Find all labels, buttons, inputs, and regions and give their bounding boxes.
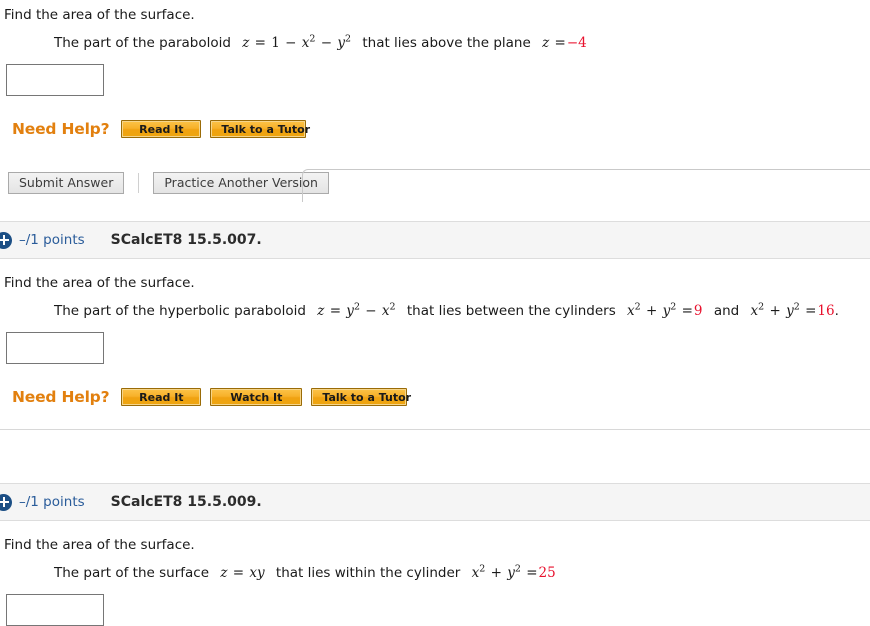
problem-prompt: Find the area of the surface. <box>4 275 195 291</box>
math-xy: xy <box>249 565 265 581</box>
math-y-exponent: 2 <box>353 301 360 313</box>
problem-statement: The part of the surface z = xy that lies… <box>0 554 870 584</box>
need-help-row: Need Help? Read It Talk to a Tutor <box>0 120 870 138</box>
math-cyl1-equals: = <box>681 303 693 319</box>
math-one: 1 <box>271 35 280 51</box>
points-text: –/1 points <box>19 232 85 248</box>
need-help-label: Need Help? <box>12 388 110 406</box>
math-cyl2-y-exponent: 2 <box>793 301 800 313</box>
statement-lead: The part of the surface <box>54 565 210 581</box>
math-y: y <box>337 35 345 51</box>
math-cyl1-plus: + <box>646 303 658 319</box>
problem-prompt: Find the area of the surface. <box>4 537 195 553</box>
read-it-button[interactable]: Read It <box>121 388 202 406</box>
statement-tail: . <box>834 303 839 319</box>
statement-mid: that lies between the cylinders <box>406 303 616 319</box>
math-y: y <box>346 303 354 319</box>
statement-conj: and <box>713 303 740 319</box>
math-plane-value: −4 <box>566 35 587 51</box>
problem-block-3: –/1 points SCalcET8 15.5.009. Find the a… <box>0 483 870 626</box>
math-cyl-x-exponent: 2 <box>479 563 486 575</box>
math-cyl2-y: y <box>786 303 794 319</box>
talk-to-a-tutor-button[interactable]: Talk to a Tutor <box>210 120 310 138</box>
math-cyl-y-exponent: 2 <box>514 563 521 575</box>
math-cyl-equals: = <box>526 565 538 581</box>
math-equals: = <box>329 303 341 319</box>
statement-lead: The part of the hyperbolic paraboloid <box>54 303 306 319</box>
math-cyl1-x-exponent: 2 <box>634 301 641 313</box>
statement-lead: The part of the paraboloid <box>54 35 231 51</box>
math-minus: − <box>365 303 377 319</box>
math-cyl1-x: x <box>627 303 635 319</box>
math-plane-equals: = <box>554 35 566 51</box>
answer-input[interactable] <box>6 594 104 626</box>
points-text: –/1 points <box>19 494 85 510</box>
math-cyl-y: y <box>507 565 515 581</box>
problem-prompt: Find the area of the surface. <box>4 7 195 23</box>
math-equals: = <box>232 565 245 581</box>
statement-mid: that lies above the plane <box>362 35 531 51</box>
button-separator <box>138 173 140 193</box>
plus-circle-icon[interactable] <box>0 231 12 249</box>
read-it-button[interactable]: Read It <box>121 120 202 138</box>
problem-id: SCalcET8 15.5.007. <box>110 232 262 248</box>
math-plane-z: z <box>542 35 550 51</box>
tab-panel-edge <box>302 169 870 202</box>
math-cyl1-value: 9 <box>693 303 703 319</box>
problem-statement: The part of the paraboloid z = 1 − x2 − … <box>0 24 870 54</box>
statement-mid: that lies within the cylinder <box>275 565 461 581</box>
submit-row: Submit Answer Practice Another Version <box>0 166 870 202</box>
math-equals: = <box>254 35 266 51</box>
submit-answer-button[interactable]: Submit Answer <box>8 172 125 194</box>
math-z: z <box>317 303 325 319</box>
math-z: z <box>220 565 228 581</box>
problem-id: SCalcET8 15.5.009. <box>110 494 262 510</box>
problem-statement: The part of the hyperbolic paraboloid z … <box>0 292 870 322</box>
problem-header-3: –/1 points SCalcET8 15.5.009. <box>0 483 870 521</box>
need-help-label: Need Help? <box>12 120 110 138</box>
math-cyl1-y-exponent: 2 <box>670 301 677 313</box>
math-minus-2: − <box>320 35 333 51</box>
math-cyl2-x: x <box>750 303 759 319</box>
plus-circle-icon[interactable] <box>0 493 12 511</box>
math-x-exponent: 2 <box>309 33 316 45</box>
answer-input[interactable] <box>6 332 104 364</box>
math-minus-1: − <box>285 35 297 51</box>
math-cyl2-plus: + <box>769 303 781 319</box>
math-x: x <box>381 303 390 319</box>
math-y-exponent: 2 <box>345 33 352 45</box>
answer-input[interactable] <box>6 64 104 96</box>
math-z: z <box>242 35 250 51</box>
problem-header-2: –/1 points SCalcET8 15.5.007. <box>0 221 870 259</box>
math-cyl-plus: + <box>490 565 502 581</box>
math-cyl2-x-exponent: 2 <box>758 301 765 313</box>
math-cyl2-value: 16 <box>817 303 835 319</box>
math-cyl2-equals: = <box>805 303 817 319</box>
problem-block-1: Find the area of the surface. The part o… <box>0 0 870 221</box>
math-x-exponent: 2 <box>389 301 396 313</box>
need-help-row: Need Help? Read It Watch It Talk to a Tu… <box>0 388 870 406</box>
watch-it-button[interactable]: Watch It <box>210 388 303 406</box>
math-cyl-value: 25 <box>538 565 556 581</box>
talk-to-a-tutor-button[interactable]: Talk to a Tutor <box>311 388 411 406</box>
problem-block-2: –/1 points SCalcET8 15.5.007. Find the a… <box>0 221 870 483</box>
